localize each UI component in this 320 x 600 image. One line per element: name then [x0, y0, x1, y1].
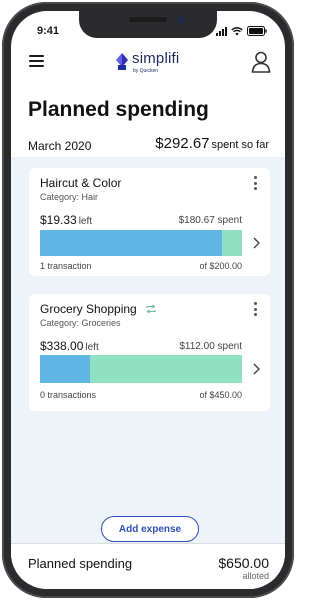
- plan-card[interactable]: Grocery Shopping Category: Groceries $33…: [29, 294, 270, 411]
- speaker: [129, 17, 167, 22]
- transaction-count: 0 transactions: [40, 390, 97, 400]
- footer-amount: $650.00: [218, 555, 269, 571]
- left-amount-value: $338.00: [40, 339, 84, 353]
- notch: [79, 11, 217, 38]
- spent-amount: $112.00 spent: [179, 341, 242, 352]
- more-options-icon[interactable]: [252, 302, 258, 316]
- left-amount: $19.33 left: [40, 213, 92, 227]
- spent-amount: $180.67 spent: [178, 215, 242, 226]
- plan-card-title-text: Grocery Shopping: [40, 302, 137, 316]
- planned-amount: of $450.00: [199, 390, 242, 400]
- status-icons: [216, 26, 267, 36]
- wifi-icon: [231, 26, 243, 36]
- add-expense-button[interactable]: Add expense: [101, 516, 199, 542]
- chevron-right-icon[interactable]: [251, 236, 261, 250]
- app-screen: 9:41 simplifi by Quicken Planned spendin…: [11, 11, 285, 589]
- app-header: simplifi by Quicken: [11, 41, 285, 85]
- spent-so-far: $292.67 spent so far: [155, 135, 269, 152]
- transaction-count: 1 transaction: [40, 261, 92, 271]
- plan-card-title: Grocery Shopping: [40, 302, 157, 317]
- progress-bar: [40, 355, 242, 383]
- plan-card-category: Category: Hair: [40, 192, 99, 202]
- left-amount-value: $19.33: [40, 213, 77, 227]
- plan-card-title: Haircut & Color: [40, 176, 122, 190]
- plan-card-category: Category: Groceries: [40, 318, 121, 328]
- brand-logo: simplifi by Quicken: [115, 50, 180, 74]
- spent-total-amount: $292.67: [155, 135, 210, 152]
- progress-bar-fill: [40, 230, 223, 256]
- summary-footer: Planned spending $650.00 alloted: [11, 543, 285, 589]
- recurring-icon: [145, 303, 157, 317]
- camera-icon: [177, 16, 185, 24]
- footer-label: Planned spending: [28, 556, 133, 571]
- more-options-icon[interactable]: [252, 176, 258, 190]
- progress-bar: [40, 230, 242, 256]
- left-amount-label: left: [85, 342, 99, 353]
- brand-sub: by Quicken: [133, 68, 159, 74]
- plan-card[interactable]: Haircut & Color Category: Hair $19.33 lef…: [29, 168, 270, 276]
- footer-sub: alloted: [242, 571, 269, 581]
- signal-icon: [216, 26, 227, 36]
- status-time: 9:41: [37, 25, 60, 37]
- phone-frame: 9:41 simplifi by Quicken Planned spendin…: [2, 2, 294, 598]
- left-amount-label: left: [78, 216, 93, 227]
- progress-bar-fill: [40, 355, 91, 383]
- logo-mark-icon: [115, 51, 129, 73]
- spent-total-suffix: spent so far: [211, 139, 269, 151]
- profile-icon[interactable]: [251, 51, 271, 73]
- month-label: March 2020: [28, 139, 92, 153]
- menu-button[interactable]: [29, 54, 45, 68]
- brand-name: simplifi: [132, 50, 180, 67]
- battery-icon: [247, 26, 267, 36]
- chevron-right-icon[interactable]: [251, 362, 261, 376]
- left-amount: $338.00 left: [40, 339, 99, 353]
- page-title: Planned spending: [28, 98, 209, 121]
- planned-amount: of $200.00: [199, 261, 242, 271]
